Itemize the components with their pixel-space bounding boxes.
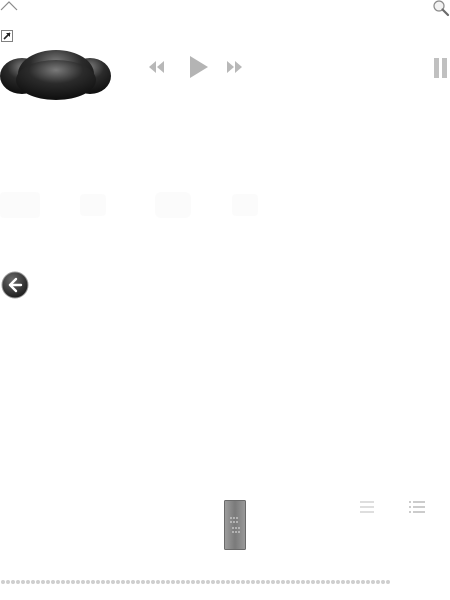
divider-dot [241, 580, 245, 584]
divider-dot [206, 580, 210, 584]
divider-dot [126, 580, 130, 584]
divider-dot [61, 580, 65, 584]
divider-dot [151, 580, 155, 584]
divider-dot [231, 580, 235, 584]
grip-handle-icon[interactable] [224, 500, 246, 550]
divider-dot [121, 580, 125, 584]
divider-dot [351, 580, 355, 584]
divider-dot [46, 580, 50, 584]
divider-dot [281, 580, 285, 584]
divider-dot [136, 580, 140, 584]
divider-dot [26, 580, 30, 584]
divider-dot [16, 580, 20, 584]
divider-dot [251, 580, 255, 584]
divider-dot [186, 580, 190, 584]
divider-dot [381, 580, 385, 584]
indented-list-icon[interactable] [408, 500, 426, 514]
divider-dot [51, 580, 55, 584]
divider-dot [156, 580, 160, 584]
divider-dot [191, 580, 195, 584]
divider-dot [1, 580, 5, 584]
divider-dot [171, 580, 175, 584]
divider-dot [36, 580, 40, 584]
divider-dot [286, 580, 290, 584]
divider-dot [256, 580, 260, 584]
chevron-up-icon[interactable] [0, 0, 20, 12]
fast-forward-icon[interactable] [224, 58, 244, 76]
divider-dot [296, 580, 300, 584]
divider-dot [131, 580, 135, 584]
divider-dot [326, 580, 330, 584]
divider-dot [366, 580, 370, 584]
divider-dot [291, 580, 295, 584]
divider-dot [261, 580, 265, 584]
divider-dot [276, 580, 280, 584]
ghost-icon [155, 192, 191, 218]
divider-dot [76, 580, 80, 584]
divider-dot [321, 580, 325, 584]
play-icon[interactable] [188, 54, 210, 80]
ghost-icon [232, 194, 258, 216]
divider-dot [86, 580, 90, 584]
divider-dot [6, 580, 10, 584]
divider-dot [116, 580, 120, 584]
divider-dot [306, 580, 310, 584]
divider-dot [336, 580, 340, 584]
shortcut-arrow-icon [1, 30, 13, 42]
divider-dot [361, 580, 365, 584]
divider-dot [111, 580, 115, 584]
divider-dot [21, 580, 25, 584]
divider-dot [146, 580, 150, 584]
divider-dot [91, 580, 95, 584]
divider-dot [96, 580, 100, 584]
search-icon[interactable] [432, 0, 450, 18]
cloud-button[interactable] [0, 48, 112, 104]
divider-dot [221, 580, 225, 584]
dotted-divider [1, 580, 390, 584]
divider-dot [56, 580, 60, 584]
rewind-icon[interactable] [147, 58, 167, 76]
divider-dot [81, 580, 85, 584]
divider-dot [271, 580, 275, 584]
divider-dot [176, 580, 180, 584]
divider-dot [181, 580, 185, 584]
ghost-icon [0, 192, 40, 218]
divider-dot [196, 580, 200, 584]
divider-dot [211, 580, 215, 584]
divider-dot [356, 580, 360, 584]
divider-dot [216, 580, 220, 584]
divider-dot [301, 580, 305, 584]
divider-dot [346, 580, 350, 584]
divider-dot [41, 580, 45, 584]
divider-dot [236, 580, 240, 584]
divider-dot [11, 580, 15, 584]
divider-dot [386, 580, 390, 584]
divider-dot [246, 580, 250, 584]
pause-icon[interactable] [432, 56, 450, 80]
divider-dot [31, 580, 35, 584]
divider-dot [141, 580, 145, 584]
divider-dot [311, 580, 315, 584]
divider-dot [266, 580, 270, 584]
divider-dot [331, 580, 335, 584]
divider-dot [316, 580, 320, 584]
divider-dot [371, 580, 375, 584]
divider-dot [71, 580, 75, 584]
ghost-icon [80, 194, 106, 216]
divider-dot [226, 580, 230, 584]
back-button[interactable] [1, 271, 29, 299]
divider-dot [376, 580, 380, 584]
divider-dot [106, 580, 110, 584]
divider-dot [161, 580, 165, 584]
divider-dot [66, 580, 70, 584]
divider-dot [166, 580, 170, 584]
divider-dot [341, 580, 345, 584]
divider-dot [101, 580, 105, 584]
list-icon[interactable] [359, 500, 375, 514]
divider-dot [201, 580, 205, 584]
